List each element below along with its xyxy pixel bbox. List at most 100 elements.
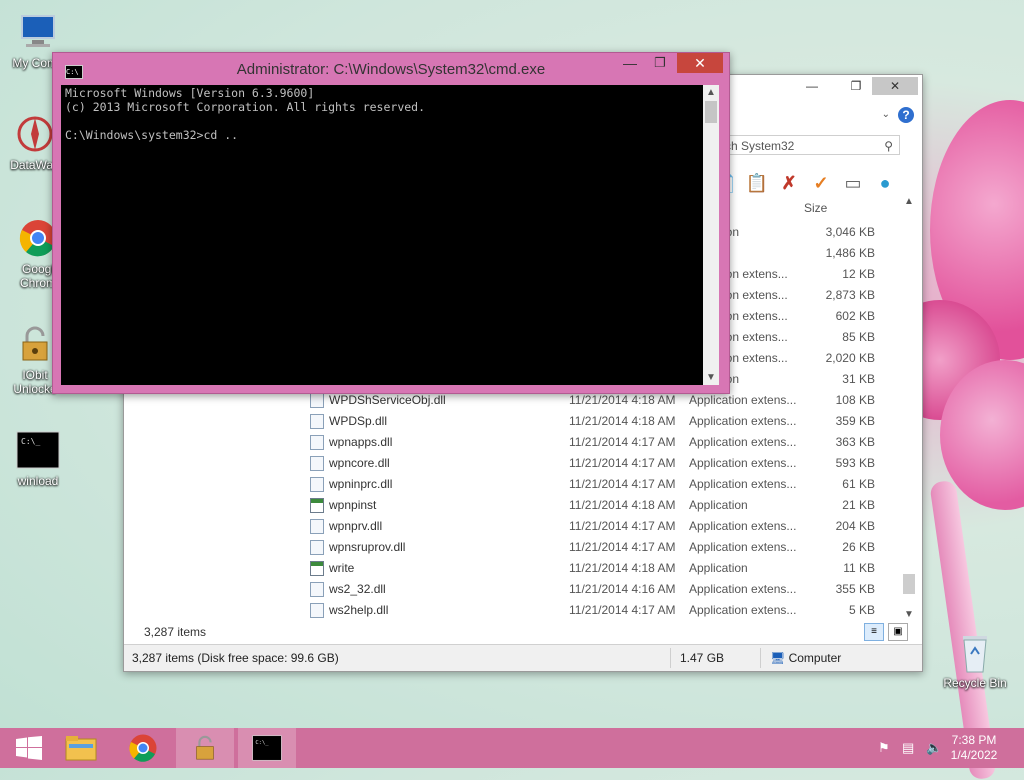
file-size: 2,873 KB — [825, 288, 875, 302]
file-date: 11/21/2014 4:17 AM — [569, 603, 676, 617]
chevron-down-icon[interactable]: ⌄ — [882, 109, 890, 120]
file-size: 61 KB — [842, 477, 875, 491]
file-type: Application extens... — [689, 519, 797, 533]
scroll-up-icon[interactable]: ▲ — [703, 87, 719, 98]
file-size: 593 KB — [835, 456, 875, 470]
file-size: 108 KB — [835, 393, 875, 407]
table-row[interactable]: write 11/21/2014 4:18 AM Application 11 KB — [304, 558, 904, 579]
file-type: Application extens... — [689, 603, 797, 617]
file-type: Application extens... — [689, 456, 797, 470]
maximize-button[interactable]: ❐ — [842, 77, 870, 95]
cmd-titlebar[interactable]: C:\ Administrator: C:\Windows\System32\c… — [53, 53, 729, 85]
file-type: Application extens... — [689, 582, 797, 596]
status-location: 🖥 Computer — [770, 651, 842, 665]
file-size: 31 KB — [842, 372, 875, 386]
checkmark-icon[interactable]: ✓ — [810, 172, 832, 194]
application-file-icon — [310, 561, 324, 576]
table-row[interactable]: ws2_32.dll 11/21/2014 4:16 AM Application … — [304, 579, 904, 600]
paste-icon[interactable]: 📋 — [746, 172, 768, 194]
rename-icon[interactable]: ▭ — [842, 172, 864, 194]
scroll-thumb[interactable] — [903, 574, 915, 594]
clock[interactable]: 7:38 PM 1/4/2022 — [944, 733, 1004, 763]
toolbar: 📄 📋 ✗ ✓ ▭ ● — [714, 171, 896, 195]
minimize-button[interactable]: — — [617, 55, 643, 75]
delete-icon[interactable]: ✗ — [778, 172, 800, 194]
scroll-up-icon[interactable]: ▲ — [902, 196, 916, 207]
dll-file-icon — [310, 540, 324, 555]
console-line: (c) 2013 Microsoft Corporation. All righ… — [65, 100, 426, 114]
table-row[interactable]: WPDSp.dll 11/21/2014 4:18 AM Application e… — [304, 411, 904, 432]
file-date: 11/21/2014 4:17 AM — [569, 456, 676, 470]
file-name: wpnpinst — [329, 498, 377, 512]
large-icons-view-icon[interactable]: ▣ — [888, 623, 908, 641]
file-date: 11/21/2014 4:17 AM — [569, 519, 676, 533]
search-input[interactable]: rch System32 ⚲ — [714, 135, 900, 155]
file-date: 11/21/2014 4:16 AM — [569, 582, 676, 596]
desktop-icon-recycle-bin[interactable]: Recycle Bin — [940, 630, 1010, 690]
taskbar-file-explorer[interactable] — [52, 728, 110, 768]
application-file-icon — [310, 498, 324, 513]
computer-icon — [16, 10, 60, 54]
file-size: 355 KB — [835, 582, 875, 596]
file-date: 11/21/2014 4:18 AM — [569, 414, 676, 428]
properties-icon[interactable]: ● — [874, 172, 896, 194]
scroll-down-icon[interactable]: ▼ — [703, 372, 719, 383]
dll-file-icon — [310, 477, 324, 492]
file-type: Application extens... — [689, 435, 797, 449]
help-icon[interactable]: ? — [898, 107, 914, 123]
taskbar: C:\_ ⚑ ▤ 🔈 7:38 PM 1/4/2022 — [0, 728, 1024, 768]
dll-file-icon — [310, 414, 324, 429]
column-header-size[interactable]: Size — [804, 201, 827, 215]
close-button[interactable]: ✕ — [677, 53, 723, 73]
cmd-scrollbar[interactable]: ▲ ▼ — [703, 85, 719, 385]
file-type: Application — [689, 561, 748, 575]
console-line — [61, 115, 703, 129]
file-size: 85 KB — [842, 330, 875, 344]
details-view-icon[interactable]: ≡ — [864, 623, 884, 641]
table-row[interactable]: wpnapps.dll 11/21/2014 4:17 AM Application… — [304, 432, 904, 453]
network-icon[interactable]: ▤ — [902, 740, 914, 756]
file-size: 1,486 KB — [825, 246, 875, 260]
taskbar-iobit-unlocker[interactable] — [176, 728, 234, 768]
start-button[interactable] — [0, 728, 58, 768]
file-name: WPDShServiceObj.dll — [329, 393, 446, 407]
maximize-button[interactable]: ❐ — [647, 55, 673, 75]
close-button[interactable]: ✕ — [872, 77, 918, 95]
action-center-flag-icon[interactable]: ⚑ — [878, 740, 890, 756]
file-list-scrollbar[interactable]: ▲ ▼ — [902, 196, 916, 620]
chrome-icon — [129, 734, 157, 762]
console-output[interactable]: Microsoft Windows [Version 6.3.9600] (c)… — [61, 85, 703, 385]
file-date: 11/21/2014 4:17 AM — [569, 435, 676, 449]
table-row[interactable]: wpnpinst 11/21/2014 4:18 AM Application 21 … — [304, 495, 904, 516]
taskbar-cmd[interactable]: C:\_ — [238, 728, 296, 768]
scroll-down-icon[interactable]: ▼ — [902, 609, 916, 620]
cmd-window[interactable]: C:\ Administrator: C:\Windows\System32\c… — [52, 52, 730, 394]
file-name: wpnprv.dll — [329, 519, 383, 533]
table-row[interactable]: wpnsruprov.dll 11/21/2014 4:17 AM Applicat… — [304, 537, 904, 558]
taskbar-chrome[interactable] — [114, 728, 172, 768]
file-type: Application extens... — [689, 540, 797, 554]
file-type: Application extens... — [689, 477, 797, 491]
file-name: WPDSp.dll — [329, 414, 388, 428]
file-name: wpnapps.dll — [329, 435, 393, 449]
recycle-bin-icon — [953, 630, 997, 674]
scroll-thumb[interactable] — [705, 101, 717, 123]
dll-file-icon — [310, 456, 324, 471]
file-size: 11 KB — [843, 561, 875, 575]
file-name: ws2_32.dll — [329, 582, 386, 596]
file-size: 363 KB — [835, 435, 875, 449]
view-switcher: ≡ ▣ — [864, 623, 908, 641]
desktop-icon-winload[interactable]: C:\_ winload — [3, 428, 73, 488]
file-size: 12 KB — [842, 267, 875, 281]
file-name: ws2help.dll — [329, 603, 389, 617]
file-size: 359 KB — [835, 414, 875, 428]
table-row[interactable]: wpnprv.dll 11/21/2014 4:17 AM Application … — [304, 516, 904, 537]
table-row[interactable]: wpninprc.dll 11/21/2014 4:17 AM Applicatio… — [304, 474, 904, 495]
minimize-button[interactable]: — — [798, 77, 826, 95]
table-row[interactable]: ws2help.dll 11/21/2014 4:17 AM Application… — [304, 600, 904, 621]
table-row[interactable]: wpncore.dll 11/21/2014 4:17 AM Application… — [304, 453, 904, 474]
file-type: Application extens... — [689, 393, 797, 407]
file-size: 204 KB — [835, 519, 875, 533]
volume-muted-icon[interactable]: 🔈 — [926, 740, 942, 756]
console-prompt: C:\Windows\system32>cd .. — [65, 128, 239, 142]
